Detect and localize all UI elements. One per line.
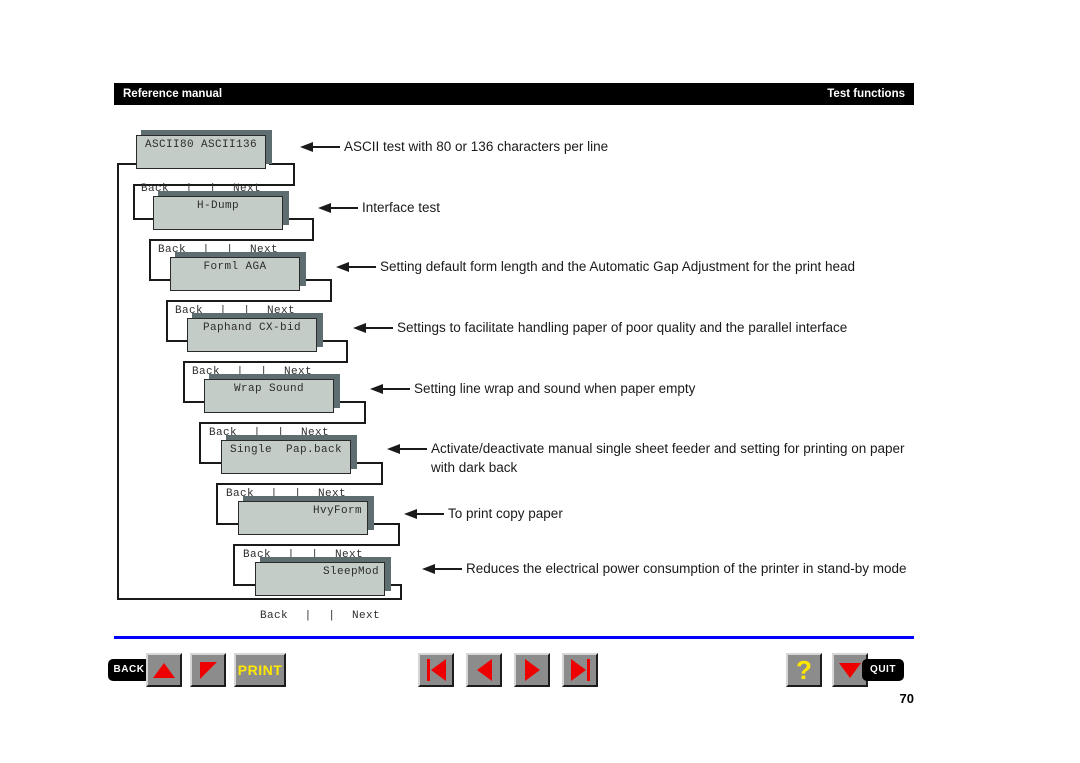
last-page-button[interactable] [562, 653, 598, 687]
page-up-button[interactable] [146, 653, 182, 687]
back-button[interactable]: BACK [108, 659, 150, 681]
help-button-label: ? [796, 655, 812, 685]
manual-page: Reference manual Test functions ASCII80 … [0, 0, 1080, 763]
print-label: PRINT [236, 655, 284, 685]
page-down-button[interactable] [190, 653, 226, 687]
triangle-up-icon [148, 655, 180, 685]
question-mark-icon: ? [788, 655, 820, 685]
skip-last-icon [564, 655, 596, 685]
print-button-label: PRINT [237, 662, 283, 678]
triangle-left-icon [468, 655, 500, 685]
skip-first-icon [420, 655, 452, 685]
triangle-right-icon [516, 655, 548, 685]
help-button[interactable]: ? [786, 653, 822, 687]
triangle-corner-icon [192, 655, 224, 685]
navigation-toolbar: BACK PRINT ? QUIT 70 [0, 0, 1080, 763]
print-button[interactable]: PRINT [234, 653, 286, 687]
quit-button[interactable]: QUIT [862, 659, 904, 681]
first-page-button[interactable] [418, 653, 454, 687]
previous-page-button[interactable] [466, 653, 502, 687]
next-page-button[interactable] [514, 653, 550, 687]
page-number: 70 [899, 691, 914, 706]
